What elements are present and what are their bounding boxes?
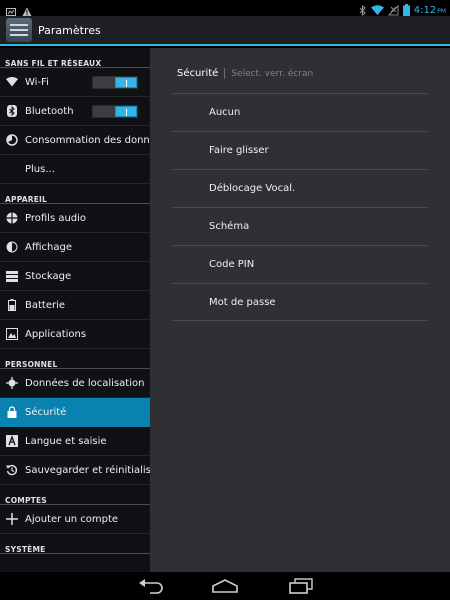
sidebar-item-label: Batterie xyxy=(25,299,66,311)
section-header-accounts: Comptes xyxy=(0,485,150,505)
sidebar-item-label: Bluetooth xyxy=(25,105,74,117)
option-pin[interactable]: Code PIN xyxy=(172,245,427,283)
sidebar-item-more[interactable]: Plus... xyxy=(0,155,150,184)
sidebar-item-wifi[interactable]: Wi-Fi xyxy=(0,68,150,97)
breadcrumb-current[interactable]: Sécurité xyxy=(177,68,218,79)
clock: 4:12PM xyxy=(414,5,446,16)
sidebar-item-label: Plus... xyxy=(25,163,55,175)
breadcrumb-subtitle: Select. verr. écran xyxy=(231,68,314,79)
section-header-system: Système xyxy=(0,534,150,554)
audio-profiles-icon xyxy=(5,211,19,225)
back-icon xyxy=(139,579,163,594)
sidebar-item-language[interactable]: Langue et saisie xyxy=(0,427,150,456)
sidebar-item-label: Applications xyxy=(25,328,87,340)
toggle-knob xyxy=(115,77,137,88)
location-icon xyxy=(5,376,19,390)
wifi-icon xyxy=(5,75,19,89)
sidebar-item-label: Données de localisation xyxy=(25,377,145,389)
section-header-personal: Personnel xyxy=(0,349,150,369)
sidebar-item-storage[interactable]: Stockage xyxy=(0,262,150,291)
action-bar: Paramètres xyxy=(0,16,450,46)
sidebar-item-label: Ajouter un compte xyxy=(25,513,119,525)
security-pane: Sécurité Select. verr. écran Aucun Faire… xyxy=(150,48,450,572)
sidebar-item-bluetooth[interactable]: Bluetooth xyxy=(0,97,150,126)
bluetooth-icon xyxy=(5,104,19,118)
sidebar-item-security[interactable]: Sécurité xyxy=(0,398,150,427)
recent-apps-icon xyxy=(289,578,313,594)
sidebar-item-applications[interactable]: Applications xyxy=(0,320,150,349)
settings-app-icon[interactable] xyxy=(6,18,32,42)
sidebar-item-label: Sécurité xyxy=(25,406,67,418)
recent-apps-button[interactable] xyxy=(287,578,315,594)
backup-icon xyxy=(5,463,19,477)
home-button[interactable] xyxy=(211,578,239,594)
settings-sidebar[interactable]: Sans fil et réseaux Wi-Fi Bluetooth Cons… xyxy=(0,48,150,572)
section-header-wireless: Sans fil et réseaux xyxy=(0,48,150,68)
data-usage-icon xyxy=(5,133,19,147)
section-header-device: Appareil xyxy=(0,184,150,204)
app-title: Paramètres xyxy=(38,23,101,37)
language-icon xyxy=(5,434,19,448)
sidebar-item-label: Sauvegarder et réinitialiser xyxy=(25,464,150,476)
wifi-toggle[interactable] xyxy=(92,76,138,89)
option-slide[interactable]: Faire glisser xyxy=(172,131,427,169)
bluetooth-toggle[interactable] xyxy=(92,105,138,118)
add-icon xyxy=(5,512,19,526)
screen-lock-options: Aucun Faire glisser Déblocage Vocal. Sch… xyxy=(172,93,427,321)
sidebar-item-label: Profils audio xyxy=(25,212,87,224)
battery-icon xyxy=(5,298,19,312)
applications-icon xyxy=(5,327,19,341)
clock-time: 4:12 xyxy=(413,5,437,16)
sidebar-item-backup-reset[interactable]: Sauvegarder et réinitialiser xyxy=(0,456,150,485)
navigation-bar xyxy=(0,572,450,600)
back-button[interactable] xyxy=(138,578,166,594)
option-voice-unlock[interactable]: Déblocage Vocal. xyxy=(172,169,427,207)
option-none[interactable]: Aucun xyxy=(172,93,427,131)
sidebar-item-data-usage[interactable]: Consommation des données xyxy=(0,126,150,155)
sidebar-item-battery[interactable]: Batterie xyxy=(0,291,150,320)
sidebar-item-audio-profiles[interactable]: Profils audio xyxy=(0,204,150,233)
clock-ampm: PM xyxy=(437,8,446,15)
breadcrumb: Sécurité Select. verr. écran xyxy=(177,68,313,79)
sidebar-item-label: Langue et saisie xyxy=(25,435,107,447)
toggle-knob xyxy=(115,106,137,117)
sidebar-item-label: Stockage xyxy=(25,270,72,282)
option-password[interactable]: Mot de passe xyxy=(172,283,427,321)
status-bar: 4:12PM xyxy=(0,0,450,17)
sidebar-item-location[interactable]: Données de localisation xyxy=(0,369,150,398)
sidebar-item-label: Wi-Fi xyxy=(25,76,49,88)
sidebar-item-display[interactable]: Affichage xyxy=(0,233,150,262)
sidebar-item-label: Affichage xyxy=(25,241,72,253)
storage-icon xyxy=(5,269,19,283)
sidebar-item-label: Consommation des données xyxy=(25,134,150,146)
lock-icon xyxy=(5,405,19,419)
home-icon xyxy=(212,579,238,593)
breadcrumb-separator xyxy=(224,68,226,79)
display-icon xyxy=(5,240,19,254)
sidebar-item-add-account[interactable]: Ajouter un compte xyxy=(0,505,150,534)
option-pattern[interactable]: Schéma xyxy=(172,207,427,245)
